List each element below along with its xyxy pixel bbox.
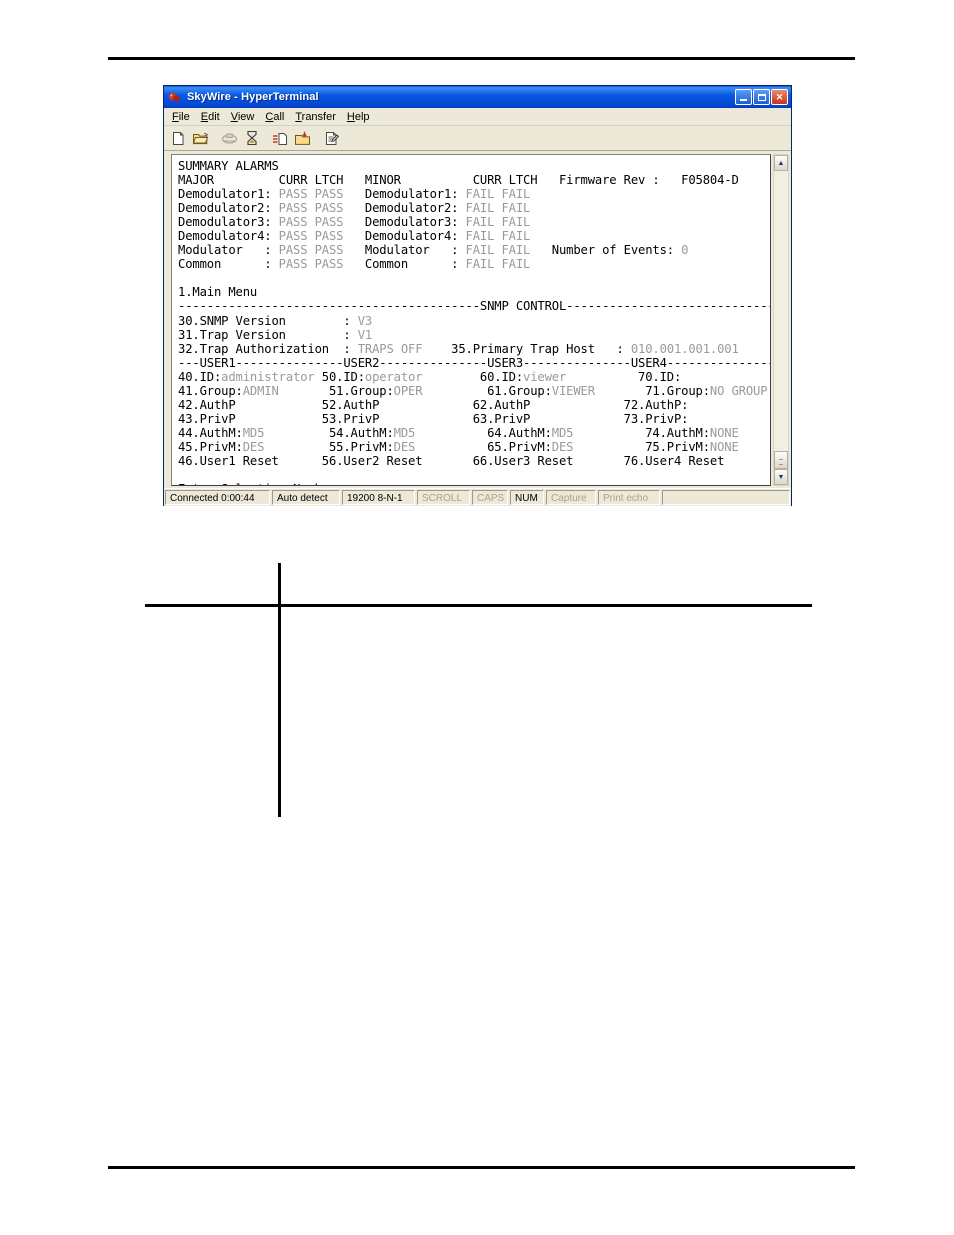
status-caps: CAPS (472, 490, 508, 505)
call-icon[interactable] (219, 128, 240, 148)
user2-id-value: operator (364, 369, 423, 384)
menu-item-edit[interactable]: Edit (196, 110, 226, 124)
trap-auth-label: Trap Authorization (199, 341, 330, 356)
status-spacer (662, 490, 790, 505)
table-column-divider (278, 563, 281, 817)
terminal-prompt[interactable]: Enter Selection Number: (178, 482, 343, 485)
disconnect-icon[interactable] (241, 128, 262, 148)
terminal-client-area: SUMMARY ALARMS MAJOR CURR LTCH MINOR CUR… (164, 151, 791, 488)
page-header-rule (108, 57, 855, 60)
terminal-line-user-privp[interactable]: 43.PrivP 53.PrivP 63.PrivP 73.PrivP: (178, 412, 688, 426)
user2-authm-value: MD5 (393, 425, 416, 440)
window-title: SkyWire - HyperTerminal (187, 91, 319, 103)
hyperterminal-window: SkyWire - HyperTerminal ✕ File Edit View… (163, 85, 792, 506)
terminal-line-main-menu[interactable]: 1.Main Menu (178, 285, 257, 299)
terminal-blank-line-2 (178, 468, 770, 482)
open-icon[interactable] (190, 128, 211, 148)
scroll-down-icon[interactable]: ▼ (774, 469, 788, 485)
terminal-line-snmp-version[interactable]: 30.SNMP Version : V3 (178, 314, 372, 328)
user1-privm-value: DES (242, 439, 265, 454)
terminal-line-common: Common : PASS PASS Common : FAIL FAIL (178, 257, 531, 272)
terminal-blank-line-1 (178, 271, 770, 285)
table-header-rule (145, 604, 812, 607)
scrollbar-thumb[interactable] (774, 451, 788, 469)
scroll-up-icon[interactable]: ▲ (774, 155, 788, 171)
user1-group-value: ADMIN (242, 383, 279, 398)
user2-privm-value: DES (393, 439, 416, 454)
terminal-line-demod3: Demodulator3: PASS PASS Demodulator3: FA… (178, 215, 531, 230)
hyperterminal-icon (167, 89, 183, 105)
toolbar (164, 126, 791, 151)
user4-group-value: NO GROUP (709, 383, 768, 398)
status-print-echo[interactable]: Print echo (598, 490, 660, 505)
close-icon: ✕ (775, 91, 784, 102)
trap-host-label: Primary Trap Host (472, 341, 595, 356)
status-detect: Auto detect (272, 490, 340, 505)
trap-version-label: Trap Version (199, 327, 286, 342)
status-connected: Connected 0:00:44 (165, 490, 270, 505)
vertical-scrollbar[interactable]: ▲ ▼ (773, 154, 789, 486)
terminal-line-user-authm[interactable]: 44.AuthM:MD5 54.AuthM:MD5 64.AuthM:MD5 7… (178, 426, 739, 440)
terminal-line-user-group[interactable]: 41.Group:ADMIN 51.Group:OPER 61.Group:VI… (178, 383, 768, 398)
terminal-line-user-reset[interactable]: 46.User1 Reset 56.User2 Reset 66.User3 R… (178, 454, 724, 468)
user2-group-value: OPER (393, 383, 423, 398)
user3-privm-value: DES (551, 439, 574, 454)
terminal-line-demod4: Demodulator4: PASS PASS Demodulator4: FA… (178, 229, 531, 244)
terminal-line-demod2: Demodulator2: PASS PASS Demodulator2: FA… (178, 201, 531, 216)
menu-item-view[interactable]: View (226, 110, 261, 124)
menu-item-transfer[interactable]: Transfer (290, 110, 342, 124)
menu-bar: File Edit View Call Transfer Help (164, 108, 791, 126)
terminal-line-user-privm[interactable]: 45.PrivM:DES 55.PrivM:DES 65.PrivM:DES 7… (178, 440, 739, 454)
menu-item-file[interactable]: File (167, 110, 196, 124)
terminal-line-modulator: Modulator : PASS PASS Modulator : FAIL F… (178, 243, 689, 258)
minimize-button[interactable] (735, 89, 752, 105)
status-scroll: SCROLL (417, 490, 470, 505)
user4-reset-label: User4 Reset (645, 453, 725, 468)
snmp-version-value: V3 (357, 313, 373, 328)
terminal-screen[interactable]: SUMMARY ALARMS MAJOR CURR LTCH MINOR CUR… (171, 154, 771, 486)
menu-item-help[interactable]: Help (342, 110, 376, 124)
user1-reset-label: User1 Reset (199, 453, 279, 468)
user4-authm-value: NONE (709, 425, 739, 440)
terminal-line-user-divider: ---USER1---------------USER2------------… (178, 355, 771, 370)
window-buttons: ✕ (735, 89, 789, 105)
send-file-icon[interactable] (270, 128, 291, 148)
trap-auth-value: TRAPS OFF (357, 341, 423, 356)
trap-host-value: 010.001.001.001 (630, 341, 739, 356)
terminal-text: SUMMARY ALARMS MAJOR CURR LTCH MINOR CUR… (172, 155, 771, 485)
terminal-line-trap-version[interactable]: 31.Trap Version : V1 (178, 328, 372, 342)
new-connection-icon[interactable] (168, 128, 189, 148)
terminal-line-demod1: Demodulator1: PASS PASS Demodulator1: FA… (178, 187, 531, 202)
user1-id-value: administrator (221, 369, 315, 384)
trap-version-value: V1 (357, 327, 373, 342)
terminal-line-heading: SUMMARY ALARMS (178, 159, 279, 173)
terminal-line-user-id[interactable]: 40.ID:administrator 50.ID:operator 60.ID… (178, 370, 681, 384)
status-num: NUM (510, 490, 544, 505)
receive-file-icon[interactable] (292, 128, 313, 148)
terminal-line-headers: MAJOR CURR LTCH MINOR CURR LTCH Firmware… (178, 173, 739, 188)
user4-privm-value: NONE (709, 439, 739, 454)
document-table (145, 563, 812, 817)
close-button[interactable]: ✕ (771, 89, 788, 105)
terminal-line-trap-auth[interactable]: 32.Trap Authorization : TRAPS OFF 35.Pri… (178, 342, 739, 356)
terminal-line-snmp-divider: ----------------------------------------… (178, 299, 771, 314)
user3-authm-value: MD5 (551, 425, 574, 440)
user1-authm-value: MD5 (242, 425, 265, 440)
status-capture[interactable]: Capture (546, 490, 596, 505)
user2-reset-label: User2 Reset (343, 453, 423, 468)
title-bar[interactable]: SkyWire - HyperTerminal ✕ (164, 86, 791, 108)
snmp-version-label: SNMP Version (199, 313, 286, 328)
properties-icon[interactable] (321, 128, 342, 148)
user3-id-value: viewer (523, 369, 567, 384)
status-bar: Connected 0:00:44 Auto detect 19200 8-N-… (164, 488, 791, 506)
user3-group-value: VIEWER (551, 383, 595, 398)
menu-item-call[interactable]: Call (260, 110, 290, 124)
terminal-line-user-authp[interactable]: 42.AuthP 52.AuthP 62.AuthP 72.AuthP: (178, 398, 688, 412)
user3-reset-label: User3 Reset (494, 453, 574, 468)
page-footer-rule (108, 1166, 855, 1169)
maximize-button[interactable] (753, 89, 770, 105)
status-settings: 19200 8-N-1 (342, 490, 415, 505)
